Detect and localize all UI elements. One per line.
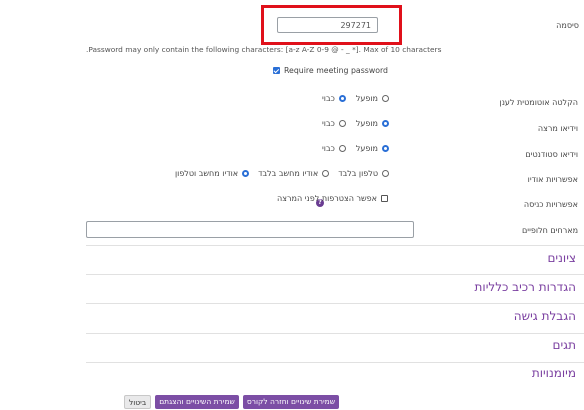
student-video-label: וידיאו סטודנטים — [525, 150, 578, 159]
auto-record-off-radio[interactable] — [338, 95, 346, 102]
host-video-label: וידיאו מרצה — [537, 124, 578, 133]
student-video-on-radio[interactable] — [382, 145, 389, 152]
host-video-on-label: מופעל — [355, 119, 378, 128]
divider — [86, 303, 584, 304]
form-buttons: ביטול שמירת השינויים והצגתם שמירת שינויי… — [124, 395, 340, 409]
require-password-row: Require meeting password — [272, 66, 388, 75]
alt-hosts-input[interactable] — [86, 221, 414, 238]
audio-options-label: אפשרויות אודיו — [527, 175, 578, 184]
section-grades[interactable]: ציונים — [547, 251, 576, 265]
require-password-checkbox[interactable] — [272, 67, 280, 74]
password-label: סיסמה — [556, 21, 579, 30]
audio-computer-only-label: אודיו מחשב בלבד — [258, 169, 319, 178]
alt-hosts-label: מארחים חלופיים — [522, 226, 578, 235]
auto-record-label: הקלטה אוטומטית לענן — [499, 98, 578, 107]
join-before-row: אפשר הצטרפות לפני המרצה — [277, 194, 388, 203]
student-video-off-radio[interactable] — [338, 145, 346, 152]
entry-options-label: אפשרויות כניסה — [523, 200, 578, 209]
divider — [86, 333, 584, 334]
save-and-return-button[interactable]: שמירת שינויים וחזרה לקורס — [242, 395, 340, 409]
divider — [86, 362, 584, 363]
student-video-group: מופעל כבוי — [322, 144, 389, 153]
audio-phone-only-label: טלפון בלבד — [338, 169, 378, 178]
host-video-group: מופעל כבוי — [322, 119, 389, 128]
save-and-display-button[interactable]: שמירת השינויים והצגתם — [155, 395, 239, 409]
student-video-on-label: מופעל — [355, 144, 378, 153]
highlight-box — [261, 5, 402, 45]
auto-record-off-label: כבוי — [322, 94, 335, 103]
section-competencies[interactable]: מיומנויות — [532, 366, 576, 380]
password-note: .Password may only contain the following… — [86, 45, 442, 54]
cancel-button[interactable]: ביטול — [124, 395, 152, 409]
section-tags[interactable]: תגים — [553, 338, 576, 352]
audio-phone-only-radio[interactable] — [382, 170, 389, 177]
join-before-label: אפשר הצטרפות לפני המרצה — [277, 194, 377, 203]
section-general-settings[interactable]: הגדרות רכיב כלליות — [475, 280, 576, 294]
auto-record-group: מופעל כבוי — [322, 94, 389, 103]
divider — [86, 274, 584, 275]
audio-both-radio[interactable] — [242, 170, 250, 177]
divider — [86, 245, 584, 246]
host-video-on-radio[interactable] — [382, 120, 389, 127]
audio-computer-only-radio[interactable] — [322, 170, 330, 177]
require-password-label: Require meeting password — [283, 66, 388, 75]
host-video-off-label: כבוי — [322, 119, 335, 128]
audio-both-label: אודיו מחשב וטלפון — [174, 169, 239, 178]
join-before-checkbox[interactable] — [381, 195, 388, 202]
audio-options-group: טלפון בלבד אודיו מחשב בלבד אודיו מחשב וט… — [175, 169, 389, 178]
student-video-off-label: כבוי — [322, 144, 335, 153]
host-video-off-radio[interactable] — [338, 120, 346, 127]
section-restrict-access[interactable]: הגבלת גישה — [514, 309, 576, 323]
auto-record-on-label: מופעל — [355, 94, 378, 103]
auto-record-on-radio[interactable] — [382, 95, 389, 102]
